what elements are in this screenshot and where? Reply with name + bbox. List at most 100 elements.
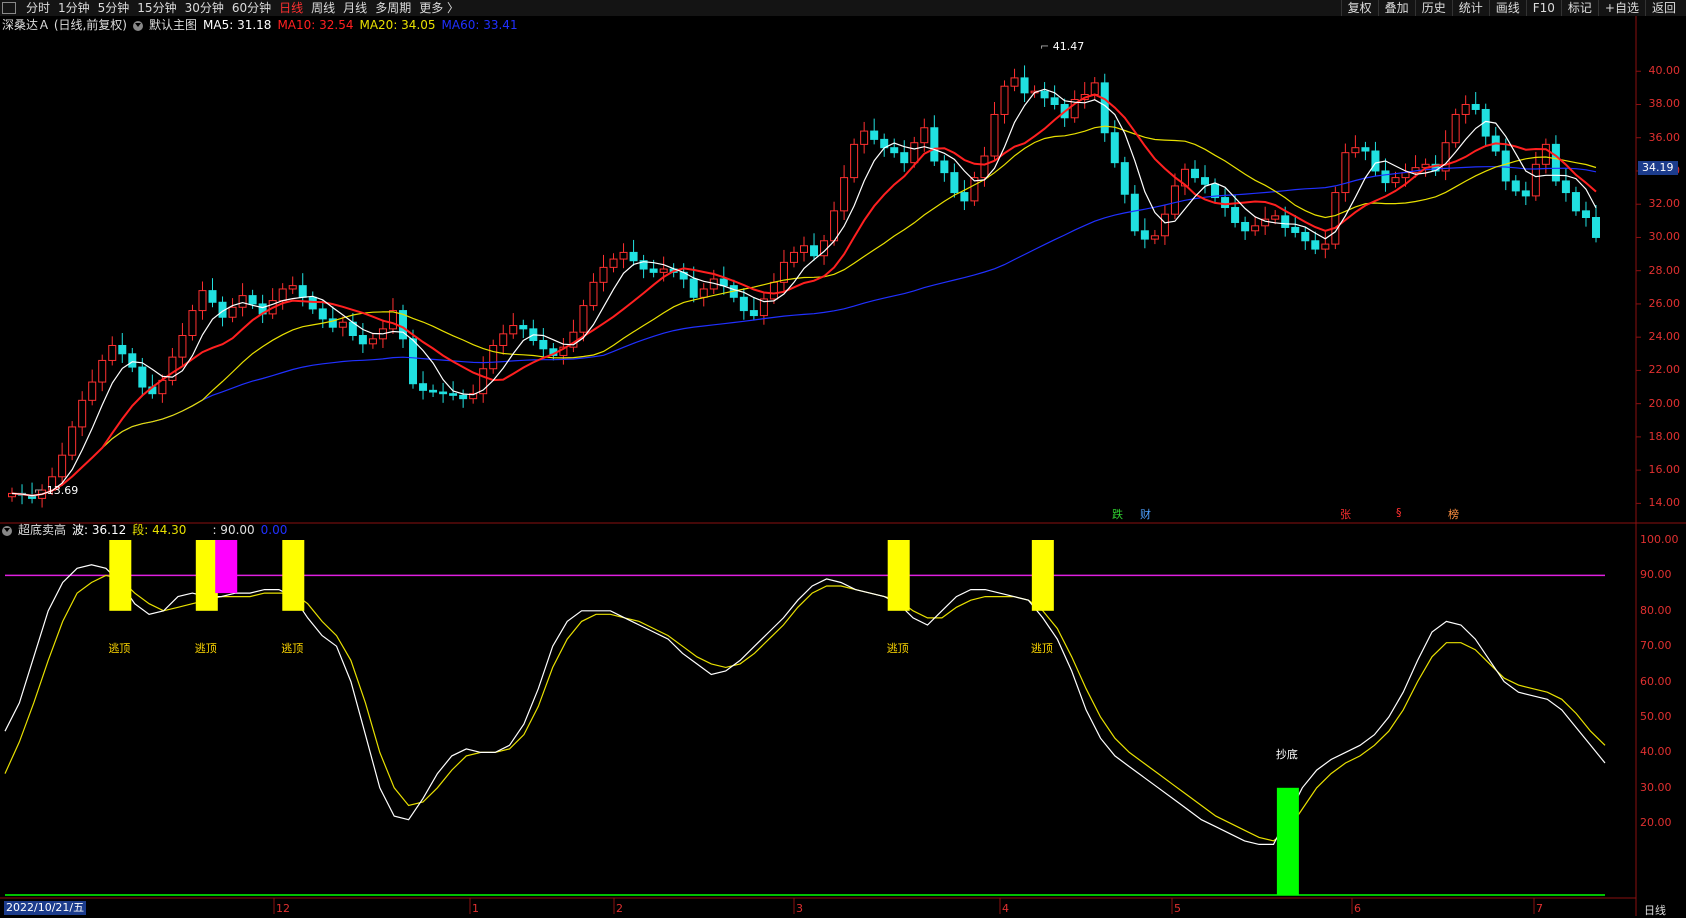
- candle-body: [1501, 150, 1510, 182]
- candle-body: [138, 366, 147, 388]
- candle-body: [1321, 243, 1330, 250]
- month-label: 2: [616, 902, 623, 915]
- candle-body: [1231, 207, 1240, 223]
- candle-body: [278, 288, 287, 302]
- candle-body: [1361, 147, 1370, 152]
- candle-body: [248, 295, 257, 305]
- candle-body: [659, 268, 668, 273]
- candle-body: [1150, 235, 1159, 240]
- candle-body: [499, 333, 508, 346]
- bottom-signal-bar: [1276, 787, 1299, 895]
- candle-body: [1301, 231, 1310, 242]
- event-marker[interactable]: 张: [1340, 506, 1351, 522]
- candle-body: [980, 155, 989, 179]
- candle-body: [228, 306, 237, 318]
- candle-body: [1251, 225, 1260, 232]
- candle-body: [98, 359, 107, 383]
- price-tick: 36.00: [1648, 130, 1681, 144]
- candle-body: [1592, 217, 1600, 238]
- price-tick: 16.00: [1648, 463, 1681, 477]
- candle-body: [1050, 97, 1059, 105]
- month-label: 6: [1354, 902, 1361, 915]
- escape-top-bar: [282, 540, 305, 611]
- candle-body: [1541, 143, 1550, 165]
- price-tick: 28.00: [1648, 263, 1681, 277]
- event-marker[interactable]: 跌: [1112, 506, 1123, 522]
- indicator-zero: 0.00: [260, 523, 288, 537]
- candle-body: [108, 344, 117, 361]
- candle-body: [1581, 210, 1590, 219]
- template-name[interactable]: 默认主图: [149, 18, 197, 33]
- candle-body: [449, 393, 458, 396]
- indicator-tick: 70.00: [1640, 639, 1672, 653]
- escape-top-bar: [887, 540, 910, 611]
- candle-body: [609, 258, 618, 268]
- indicator-tick: 20.00: [1640, 816, 1672, 830]
- candle-body: [1040, 90, 1049, 99]
- candle-body: [238, 295, 247, 308]
- indicator-name[interactable]: 超底卖高: [18, 523, 66, 538]
- escape-top-bar: [195, 540, 218, 611]
- candle-body: [1281, 215, 1290, 228]
- low-price-label: ⌐ 13.69: [34, 484, 79, 497]
- candle-body: [699, 288, 708, 298]
- candle-body: [409, 338, 418, 385]
- candle-body: [579, 305, 588, 333]
- escape-top-label: 逃顶: [281, 642, 304, 655]
- escape-top-bar: [1031, 540, 1054, 611]
- candle-body: [830, 210, 839, 242]
- price-tick: 20.00: [1648, 396, 1681, 410]
- candle-body: [1000, 85, 1009, 115]
- candle-body: [1221, 197, 1230, 209]
- candle-body: [459, 394, 468, 400]
- candle-body: [1010, 77, 1019, 87]
- event-marker[interactable]: 榜: [1448, 506, 1459, 522]
- candle-body: [1110, 132, 1119, 164]
- event-marker[interactable]: §: [1396, 506, 1402, 519]
- candle-body: [990, 113, 999, 157]
- stock-title: 深桑达Ａ (日线,前复权): [2, 18, 127, 32]
- candle-body: [88, 381, 97, 401]
- candle-body: [1331, 192, 1340, 245]
- candle-body: [599, 266, 608, 283]
- candle-body: [489, 344, 498, 370]
- escape-top-label: 逃顶: [194, 642, 217, 655]
- candle-body: [128, 353, 137, 368]
- candle-body: [358, 335, 367, 345]
- candle-body: [910, 142, 919, 164]
- candle-body: [1291, 226, 1300, 233]
- candle-body: [850, 143, 859, 179]
- indicator-tick: 40.00: [1640, 745, 1672, 759]
- indicator-dropdown-icon[interactable]: [2, 525, 12, 536]
- candle-body: [1241, 221, 1250, 232]
- indicator-tick: 30.00: [1640, 780, 1672, 794]
- indicator-tick: 80.00: [1640, 603, 1672, 617]
- template-dropdown-icon[interactable]: [133, 20, 143, 31]
- candle-body: [930, 127, 939, 162]
- candle-body: [940, 160, 949, 174]
- candle-body: [178, 335, 187, 358]
- candle-body: [368, 338, 377, 345]
- candle-body: [288, 285, 297, 290]
- escape-top-label: 逃顶: [1030, 642, 1053, 655]
- candle-body: [429, 389, 438, 393]
- candle-body: [1271, 215, 1280, 220]
- candle-body: [589, 281, 598, 307]
- candle-body: [1381, 170, 1390, 184]
- candle-body: [769, 281, 778, 300]
- price-tick: 24.00: [1648, 330, 1681, 344]
- candle-body: [439, 391, 448, 395]
- high-price-label: ⌐ 41.47: [1040, 40, 1085, 53]
- candle-body: [649, 268, 658, 273]
- indicator-line-90: : 90.00: [212, 523, 255, 537]
- escape-top-label: 逃顶: [108, 642, 131, 655]
- candle-body: [1120, 162, 1129, 195]
- indicator-info-line: 超底卖高 波: 36.12 段: 44.30 : 90.00 0.00: [2, 523, 293, 538]
- candle-body: [1461, 103, 1470, 115]
- candle-body: [800, 245, 808, 253]
- candle-body: [338, 321, 347, 328]
- price-tick: 18.00: [1648, 429, 1681, 443]
- candle-body: [1401, 172, 1410, 179]
- event-marker[interactable]: 财: [1140, 506, 1151, 522]
- candle-body: [188, 310, 197, 337]
